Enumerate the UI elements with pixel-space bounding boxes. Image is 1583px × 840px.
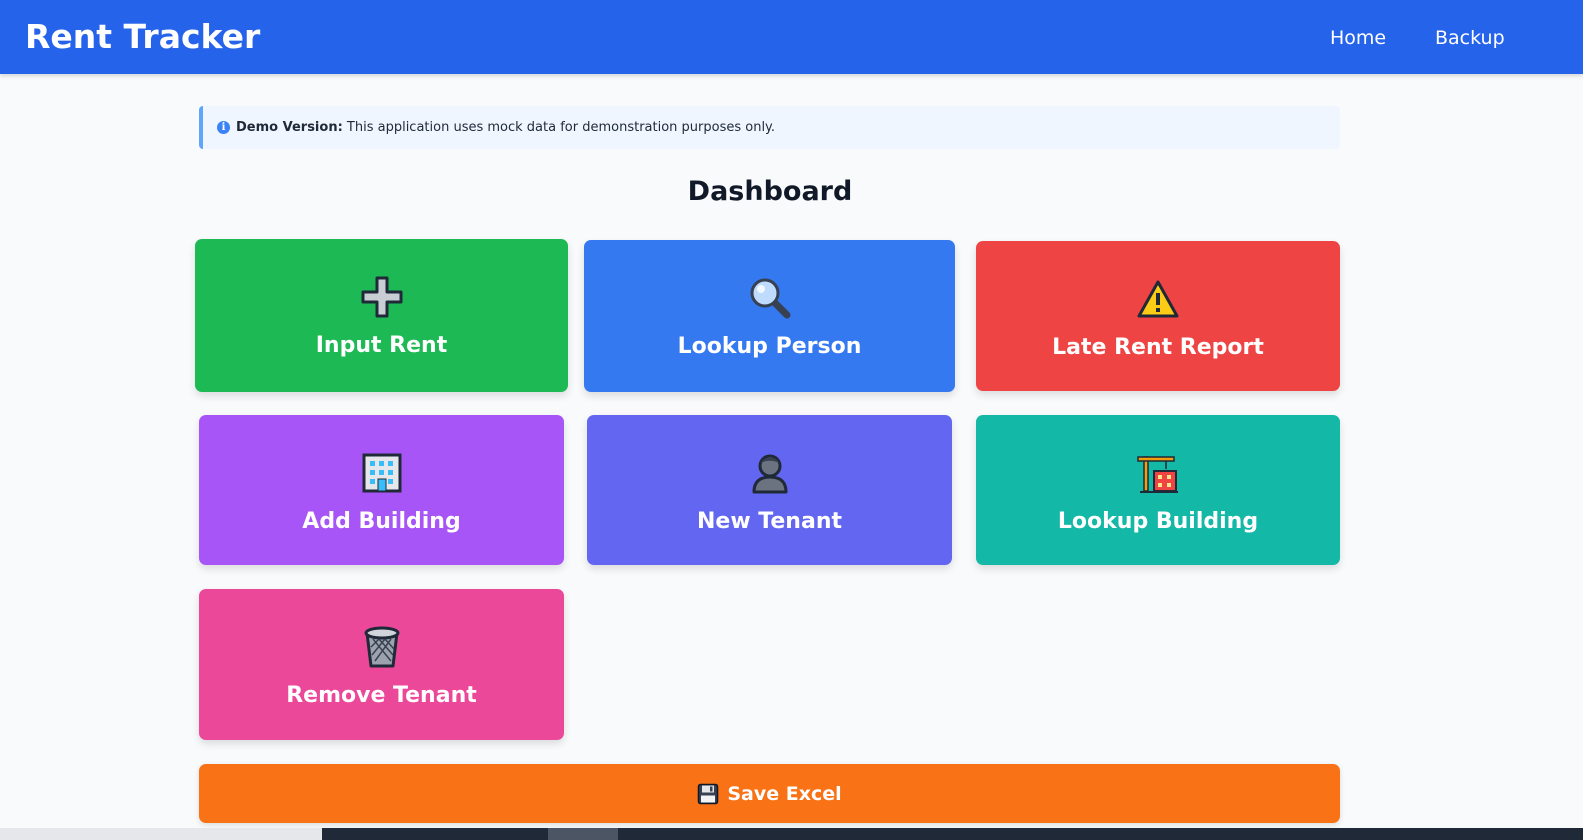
warning-icon [976, 275, 1340, 323]
card-label: Late Rent Report [1052, 335, 1264, 360]
wastebasket-icon [199, 623, 564, 671]
lookup-building-card[interactable]: Lookup Building [976, 415, 1340, 565]
demo-alert: i Demo Version: This application uses moc… [199, 106, 1340, 149]
card-label: Input Rent [315, 333, 448, 358]
save-excel-label: Save Excel [727, 782, 842, 805]
taskbar-strip [322, 828, 1583, 840]
info-icon: i [217, 121, 230, 134]
late-rent-report-card[interactable]: Late Rent Report [976, 241, 1340, 391]
alert-strong-text: Demo Version: [236, 120, 343, 135]
card-label: Lookup Person [677, 334, 862, 359]
card-label: Add Building [302, 509, 461, 534]
magnifier-icon [584, 274, 955, 322]
page-title: Dashboard [687, 176, 853, 207]
alert-text: This application uses mock data for demo… [342, 120, 776, 135]
card-label: New Tenant [696, 509, 842, 534]
add-building-card[interactable]: Add Building [199, 415, 564, 565]
top-navbar: Rent Tracker Home Backup [0, 0, 1583, 74]
nav-home-link[interactable]: Home [1330, 26, 1386, 50]
nav-backup-link[interactable]: Backup [1435, 26, 1505, 50]
plus-icon [195, 273, 568, 321]
save-excel-button[interactable]: Save Excel [199, 764, 1340, 823]
card-label: Lookup Building [1057, 509, 1259, 534]
construction-crane-icon [976, 449, 1340, 497]
app-title[interactable]: Rent Tracker [25, 16, 260, 58]
new-tenant-card[interactable]: New Tenant [587, 415, 952, 565]
lookup-person-card[interactable]: Lookup Person [584, 240, 955, 392]
person-icon [587, 449, 952, 497]
taskbar-segment [548, 828, 618, 840]
input-rent-card[interactable]: Input Rent [195, 239, 568, 392]
office-building-icon [199, 449, 564, 497]
floppy-disk-icon [697, 783, 719, 805]
remove-tenant-card[interactable]: Remove Tenant [199, 589, 564, 740]
card-label: Remove Tenant [286, 683, 477, 708]
